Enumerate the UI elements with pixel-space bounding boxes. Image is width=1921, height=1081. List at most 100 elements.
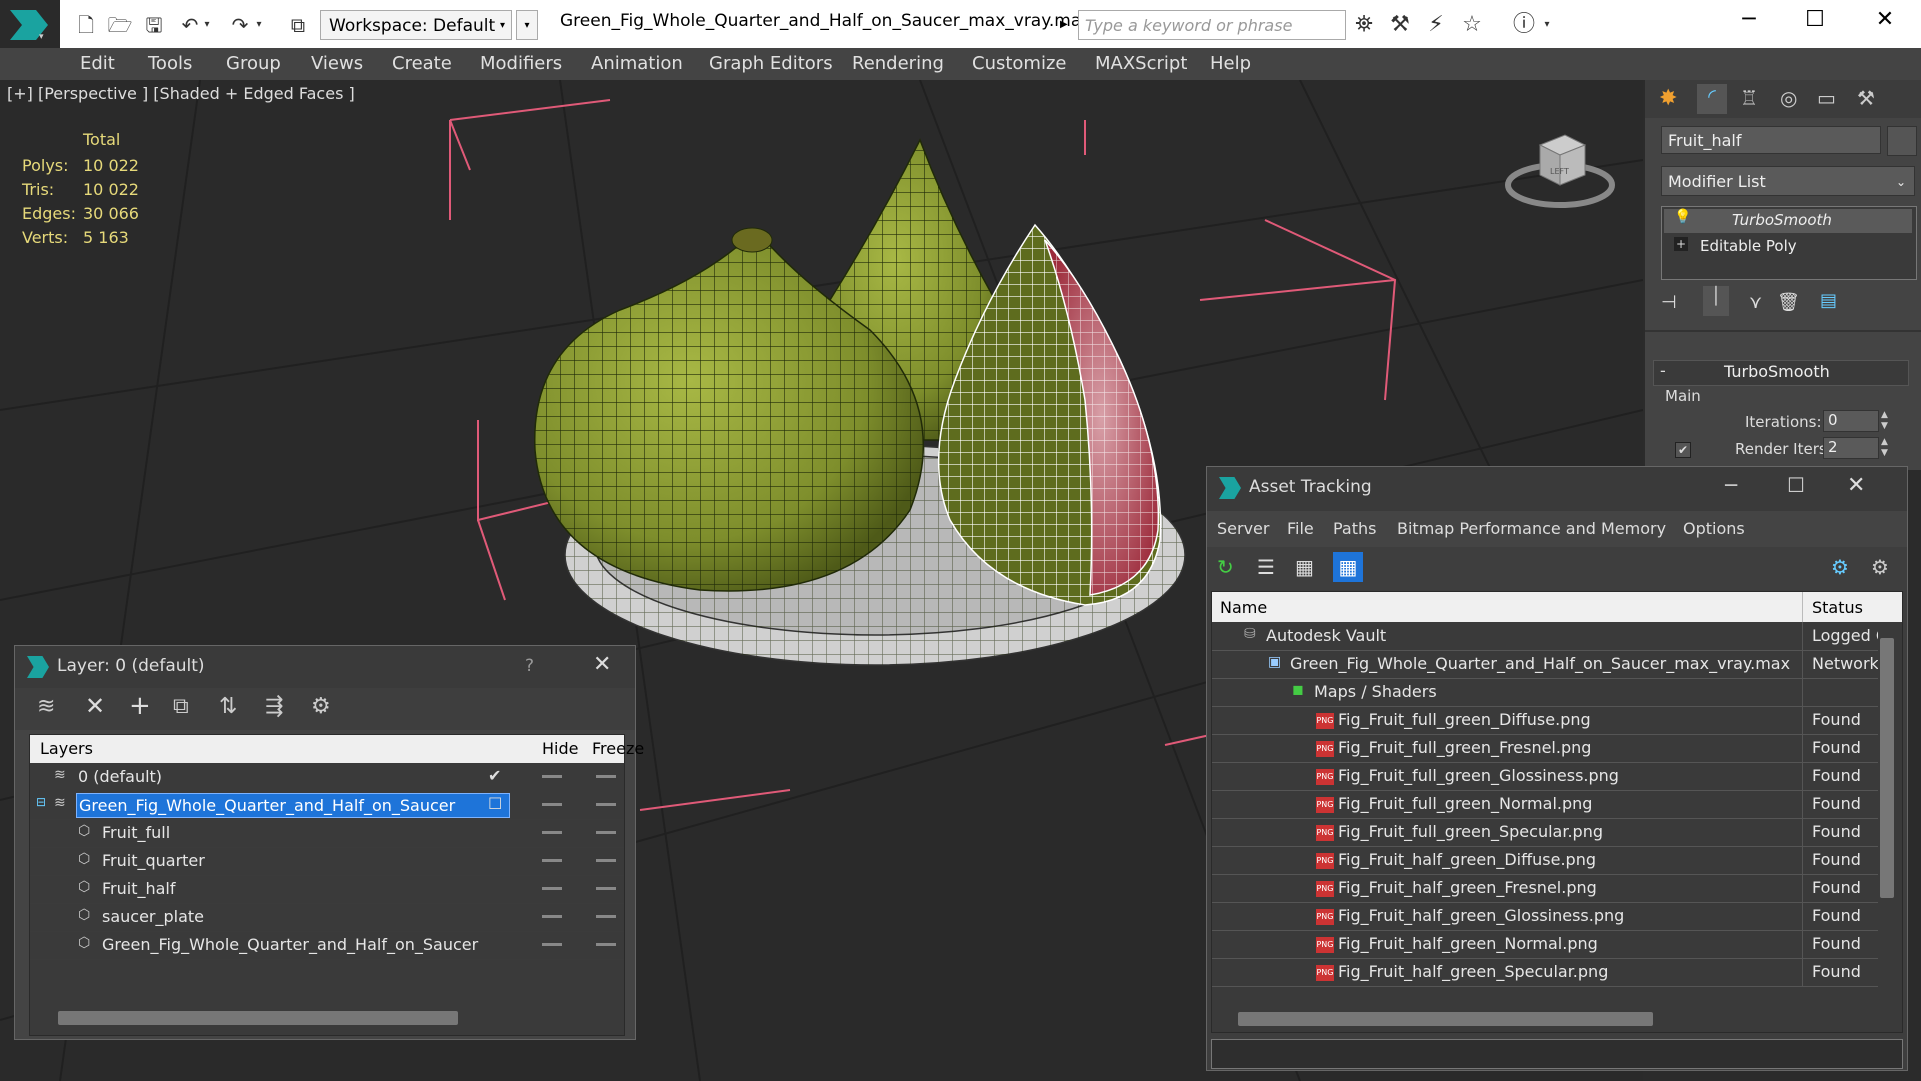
- layer-window-titlebar[interactable]: Layer: 0 (default) ? ✕: [15, 646, 635, 689]
- layer-row[interactable]: ⬡ Fruit_half: [30, 875, 624, 904]
- menu-file[interactable]: File: [1287, 519, 1314, 538]
- menu-create[interactable]: Create: [392, 48, 452, 80]
- remove-modifier-icon[interactable]: 🗑: [1777, 292, 1800, 313]
- select-layer-icon[interactable]: ⇅: [219, 694, 237, 719]
- menu-animation[interactable]: Animation: [591, 48, 683, 80]
- favorites-star-icon[interactable]: ☆: [1458, 12, 1486, 38]
- object-name-input[interactable]: Fruit_half: [1661, 126, 1881, 154]
- save-icon[interactable]: 🖫: [140, 12, 168, 38]
- menu-server[interactable]: Server: [1217, 519, 1269, 538]
- viewcube-label[interactable]: LEFT: [1550, 167, 1569, 176]
- menu-bitmap-performance[interactable]: Bitmap Performance and Memory: [1397, 519, 1666, 538]
- freeze-toggle[interactable]: [596, 803, 616, 806]
- close-button[interactable]: ✕: [593, 652, 611, 677]
- column-freeze[interactable]: Freeze: [592, 739, 644, 758]
- asset-row[interactable]: ⛁ Autodesk Vault Logged O: [1212, 622, 1878, 651]
- minimize-button[interactable]: ─: [1725, 473, 1737, 497]
- layer-properties-icon[interactable]: ⚙: [311, 694, 331, 719]
- select-objects-icon[interactable]: ⧉: [173, 694, 189, 719]
- iterations-input[interactable]: 0: [1823, 410, 1879, 432]
- vertical-scrollbar[interactable]: [1880, 638, 1894, 898]
- freeze-toggle[interactable]: [596, 859, 616, 862]
- hide-toggle[interactable]: [542, 943, 562, 946]
- display-tab-icon[interactable]: ▭: [1817, 86, 1836, 110]
- help-icon[interactable]: ⓘ: [1510, 12, 1538, 38]
- set-current-layer-icon[interactable]: ⇶: [265, 694, 283, 719]
- iterations-spinner[interactable]: ▲ ▼: [1881, 410, 1888, 432]
- server-help-icon[interactable]: ⚙: [1831, 555, 1849, 579]
- asset-row[interactable]: ▣ Green_Fig_Whole_Quarter_and_Half_on_Sau…: [1212, 650, 1878, 679]
- new-file-icon[interactable]: 🗋: [72, 12, 100, 38]
- modifier-list-dropdown[interactable]: Modifier List ⌄: [1661, 166, 1915, 196]
- undo-dropdown-icon[interactable]: ▾: [200, 12, 214, 38]
- asset-row[interactable]: PNG Fig_Fruit_full_green_Fresnel.png Found: [1212, 734, 1878, 763]
- communication-icon[interactable]: ⚡: [1422, 12, 1450, 38]
- asset-row[interactable]: PNG Fig_Fruit_full_green_Glossiness.png Fo…: [1212, 762, 1878, 791]
- search-input[interactable]: Type a keyword or phrase: [1078, 10, 1346, 40]
- menu-tools[interactable]: Tools: [148, 48, 192, 80]
- hide-toggle[interactable]: [542, 915, 562, 918]
- menu-views[interactable]: Views: [311, 48, 363, 80]
- maximize-button[interactable]: ☐: [1780, 0, 1850, 40]
- stack-item-turbosmooth[interactable]: 💡 TurboSmooth: [1664, 209, 1912, 233]
- path-input[interactable]: [1211, 1039, 1903, 1069]
- layer-row[interactable]: ≋ 0 (default) ✔: [30, 763, 624, 792]
- stack-item-editable-poly[interactable]: + Editable Poly: [1664, 235, 1912, 259]
- layer-row[interactable]: ⬡ Fruit_full: [30, 819, 624, 848]
- column-divider[interactable]: [1802, 592, 1803, 622]
- vault-options-icon[interactable]: ⚙: [1871, 555, 1889, 579]
- horizontal-scrollbar[interactable]: [58, 1011, 458, 1025]
- close-button[interactable]: ✕: [1847, 473, 1865, 498]
- freeze-toggle[interactable]: [596, 831, 616, 834]
- freeze-toggle[interactable]: [596, 775, 616, 778]
- close-button[interactable]: ✕: [1850, 0, 1920, 40]
- column-hide[interactable]: Hide: [542, 739, 578, 758]
- asset-window-titlebar[interactable]: Asset Tracking ─ ☐ ✕: [1207, 467, 1907, 512]
- viewport-label[interactable]: [+] [Perspective ] [Shaded + Edged Faces…: [7, 84, 355, 103]
- render-iters-input[interactable]: 2: [1823, 437, 1879, 459]
- collapse-icon[interactable]: ⊟: [36, 795, 46, 809]
- project-folder-icon[interactable]: ⧉: [284, 12, 312, 38]
- hide-toggle[interactable]: [542, 803, 562, 806]
- modify-tab-icon[interactable]: ◜: [1697, 84, 1727, 114]
- minimize-button[interactable]: ─: [1714, 0, 1784, 40]
- redo-icon[interactable]: ↷: [226, 12, 254, 38]
- column-layers[interactable]: Layers: [40, 739, 93, 758]
- current-layer-toggle[interactable]: ✔: [488, 766, 501, 785]
- workspace-menu-button[interactable]: ▾: [516, 10, 538, 40]
- asset-row[interactable]: PNG Fig_Fruit_half_green_Fresnel.png Found: [1212, 874, 1878, 903]
- layer-row[interactable]: ⬡ Fruit_quarter: [30, 847, 624, 876]
- workspace-selector[interactable]: Workspace: Default ▾: [320, 10, 512, 40]
- lightbulb-icon[interactable]: 💡: [1674, 209, 1691, 225]
- hide-toggle[interactable]: [542, 831, 562, 834]
- asset-row[interactable]: PNG Fig_Fruit_half_green_Diffuse.png Found: [1212, 846, 1878, 875]
- tree-view-icon[interactable]: ▦: [1295, 555, 1314, 579]
- help-button[interactable]: ?: [525, 656, 534, 676]
- asset-row[interactable]: PNG Fig_Fruit_half_green_Normal.png Found: [1212, 930, 1878, 959]
- redo-dropdown-icon[interactable]: ▾: [252, 12, 266, 38]
- make-unique-icon[interactable]: ⋎: [1749, 292, 1762, 313]
- create-layer-icon[interactable]: ≋: [37, 694, 55, 719]
- open-file-icon[interactable]: 🗁: [106, 12, 134, 38]
- show-end-result-icon[interactable]: ⏐: [1703, 286, 1729, 316]
- menu-customize[interactable]: Customize: [972, 48, 1066, 80]
- refresh-icon[interactable]: ↻: [1217, 555, 1234, 579]
- configure-modifier-sets-icon[interactable]: ▤: [1820, 290, 1837, 311]
- asset-row[interactable]: PNG Fig_Fruit_full_green_Diffuse.png Found: [1212, 706, 1878, 735]
- asset-row[interactable]: PNG Fig_Fruit_full_green_Normal.png Found: [1212, 790, 1878, 819]
- maximize-button[interactable]: ☐: [1787, 473, 1805, 497]
- list-view-icon[interactable]: ☰: [1257, 555, 1275, 579]
- app-logo-icon[interactable]: ▾: [0, 0, 60, 50]
- menu-options[interactable]: Options: [1683, 519, 1745, 538]
- menu-help[interactable]: Help: [1210, 48, 1251, 80]
- binoculars-icon[interactable]: ⛯: [1350, 12, 1378, 38]
- table-view-icon[interactable]: ▦: [1333, 552, 1363, 582]
- asset-row[interactable]: PNG Fig_Fruit_full_green_Specular.png Foun…: [1212, 818, 1878, 847]
- freeze-toggle[interactable]: [596, 915, 616, 918]
- hide-toggle[interactable]: [542, 887, 562, 890]
- add-to-layer-icon[interactable]: +: [129, 691, 151, 721]
- menu-graph-editors[interactable]: Graph Editors: [709, 48, 833, 80]
- pin-stack-icon[interactable]: ⊣: [1661, 292, 1677, 313]
- menu-paths[interactable]: Paths: [1333, 519, 1376, 538]
- expand-plus-icon[interactable]: +: [1674, 237, 1688, 251]
